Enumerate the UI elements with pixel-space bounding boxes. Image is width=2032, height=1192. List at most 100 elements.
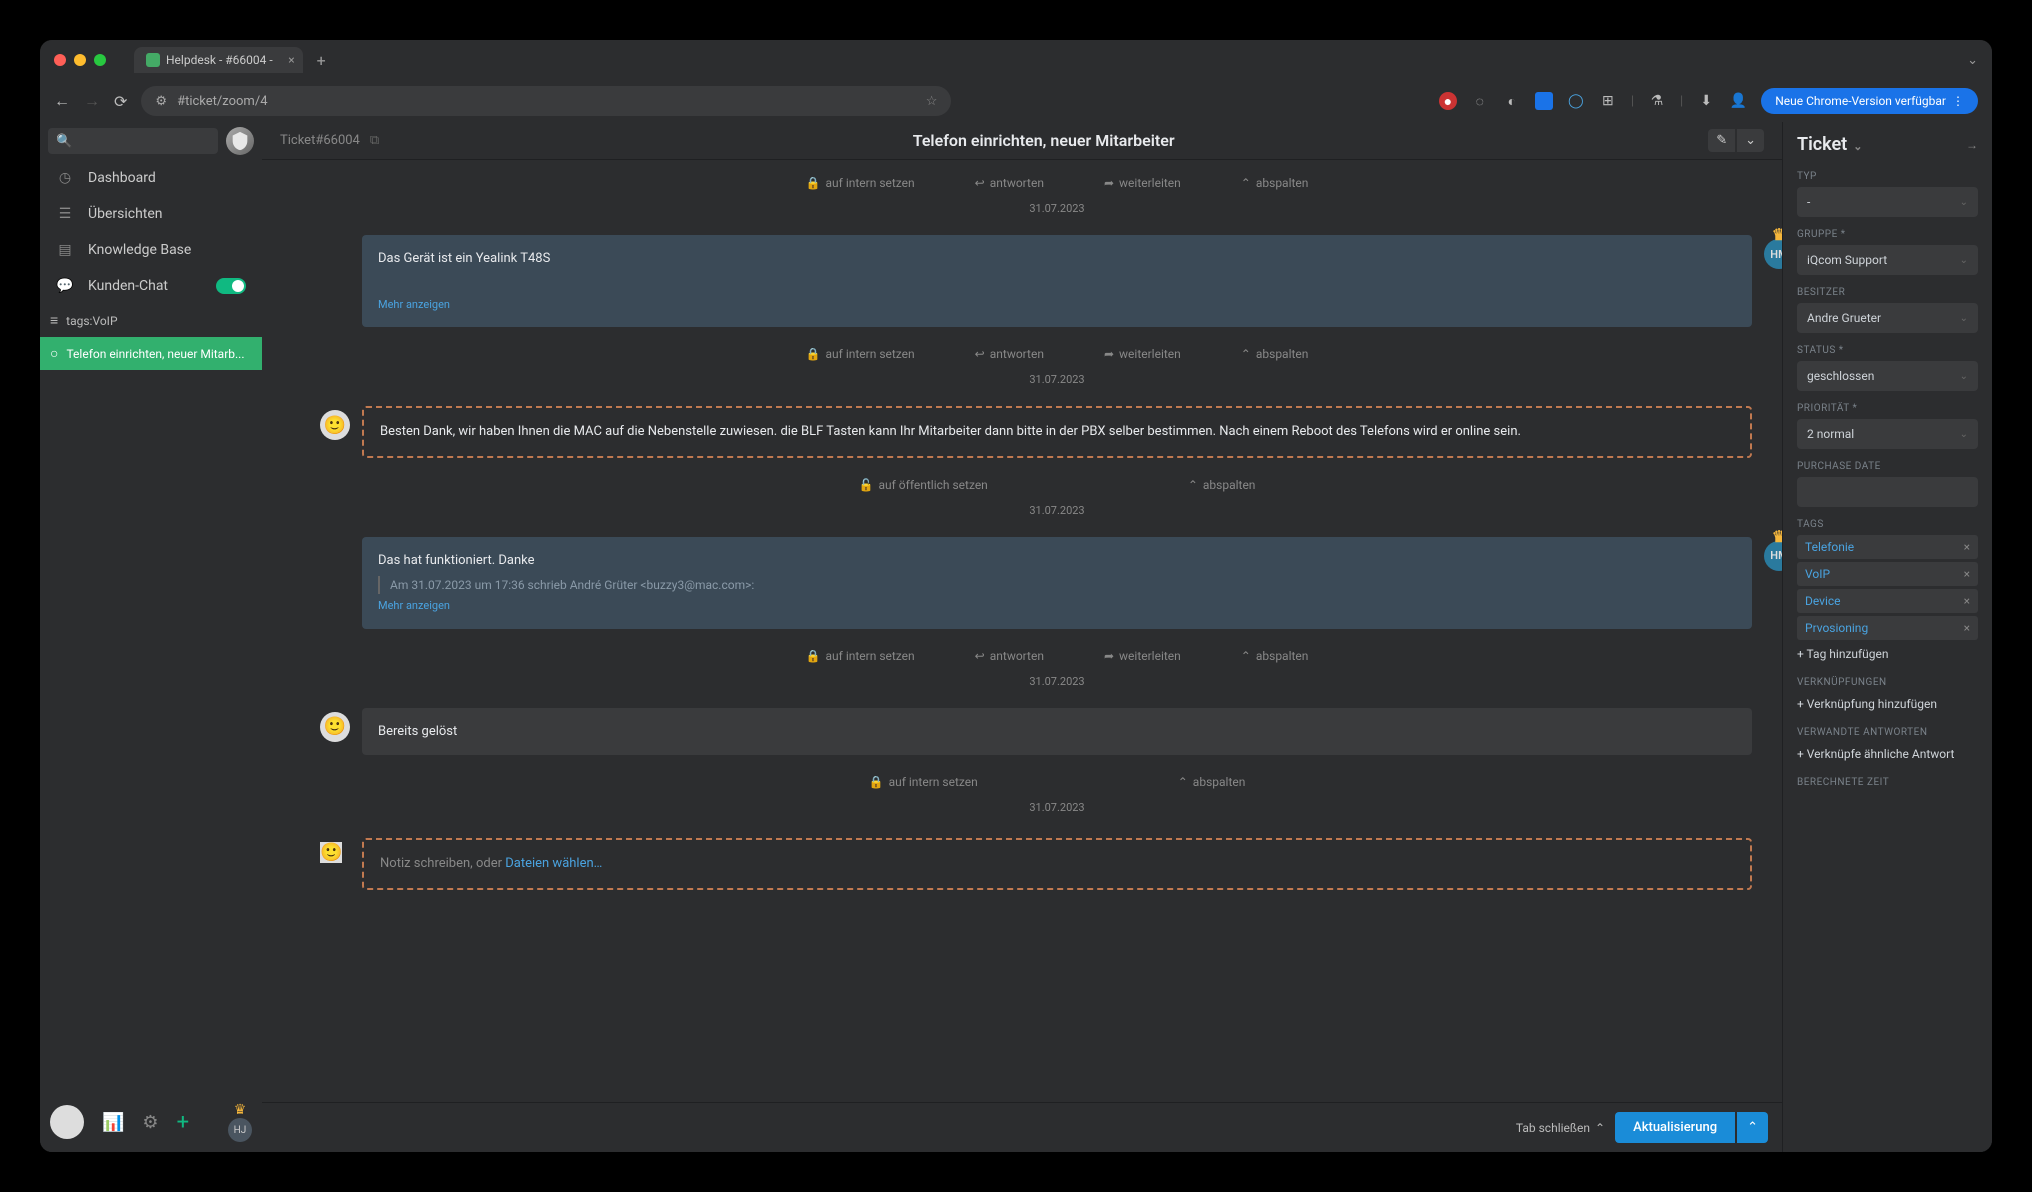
nav-overviews[interactable]: ☰ Übersichten: [40, 196, 262, 232]
agent-avatar: 🙂: [320, 842, 342, 863]
chat-toggle[interactable]: [216, 278, 246, 294]
current-user-avatar[interactable]: [50, 1105, 84, 1139]
extensions-menu-icon[interactable]: ⊞: [1599, 92, 1617, 110]
global-search[interactable]: 🔍: [48, 128, 218, 154]
priority-select[interactable]: 2 normal⌄: [1797, 419, 1978, 449]
set-internal-action[interactable]: 🔒 auf intern setzen: [806, 347, 915, 361]
window-menu-icon[interactable]: ⌄: [1967, 53, 1978, 68]
search-icon: 🔍: [56, 134, 72, 149]
set-internal-action[interactable]: 🔒 auf intern setzen: [869, 775, 978, 789]
forward-action[interactable]: ➦ weiterleiten: [1104, 176, 1181, 190]
copy-icon[interactable]: ⧉: [370, 133, 379, 148]
profile-icon[interactable]: 👤: [1729, 92, 1747, 110]
recent-user-badge[interactable]: ♛ HJ: [228, 1102, 252, 1142]
panel-heading[interactable]: Ticket⌄: [1797, 134, 1862, 155]
nav-dashboard[interactable]: ◷ Dashboard: [40, 160, 262, 196]
set-public-action[interactable]: 🔓 auf öffentlich setzen: [859, 478, 988, 492]
split-action[interactable]: ⌃ abspalten: [1178, 775, 1246, 789]
maximize-window[interactable]: [94, 54, 106, 66]
reload-icon[interactable]: ⟳: [114, 92, 127, 111]
owner-select[interactable]: Andre Grueter⌄: [1797, 303, 1978, 333]
tab-label: Telefon einrichten, neuer Mitarb...: [66, 347, 244, 361]
agent-avatar[interactable]: 🙂: [320, 712, 350, 742]
dashboard-icon: ◷: [56, 170, 74, 186]
status-select[interactable]: geschlossen⌄: [1797, 361, 1978, 391]
site-info-icon[interactable]: ⚙: [155, 94, 167, 109]
update-button[interactable]: Aktualisierung: [1615, 1112, 1735, 1143]
attach-files-link[interactable]: Dateien wählen…: [505, 856, 602, 871]
agent-avatar[interactable]: 🙂: [320, 410, 350, 440]
sidebar-tab-search[interactable]: ≡ tags:VoIP: [40, 304, 262, 337]
highlight-menu[interactable]: ⌄: [1737, 129, 1764, 152]
reply-action[interactable]: ↩ antworten: [975, 176, 1044, 190]
tag-chip[interactable]: VoIP×: [1797, 562, 1978, 586]
forward-icon[interactable]: →: [84, 91, 100, 111]
compose-area[interactable]: 🙂 Notiz schreiben, oder Dateien wählen…: [362, 838, 1752, 890]
forward-action[interactable]: ➦ weiterleiten: [1104, 649, 1181, 663]
app-logo[interactable]: [226, 127, 254, 155]
close-tab-button[interactable]: Tab schließen ⌃: [1516, 1121, 1605, 1135]
reply-action[interactable]: ↩ antworten: [975, 649, 1044, 663]
extension-5-icon[interactable]: ◯: [1567, 92, 1585, 110]
set-internal-action[interactable]: 🔒 auf intern setzen: [806, 176, 915, 190]
new-ticket-button[interactable]: +: [177, 1110, 189, 1135]
extension-4-icon[interactable]: [1535, 92, 1553, 110]
sidebar-tab-ticket[interactable]: ○ Telefon einrichten, neuer Mitarb...: [40, 337, 262, 370]
split-action[interactable]: ⌃ abspalten: [1188, 478, 1256, 492]
message-actions: 🔒 auf intern setzen ↩ antworten ➦ weiter…: [362, 170, 1752, 196]
forward-action[interactable]: ➦ weiterleiten: [1104, 347, 1181, 361]
remove-tag-icon[interactable]: ×: [1964, 621, 1970, 635]
customer-avatar[interactable]: ♛ HM: [1764, 541, 1782, 571]
tag-chip[interactable]: Telefonie×: [1797, 535, 1978, 559]
field-label: Besitzer: [1797, 287, 1978, 298]
highlight-button[interactable]: ✎: [1708, 129, 1735, 152]
labs-icon[interactable]: ⚗: [1648, 92, 1666, 110]
remove-tag-icon[interactable]: ×: [1964, 594, 1970, 608]
browser-tab[interactable]: Helpdesk - #66004 - ×: [134, 47, 303, 73]
remove-tag-icon[interactable]: ×: [1964, 540, 1970, 554]
new-tab-button[interactable]: +: [317, 51, 326, 70]
remove-tag-icon[interactable]: ×: [1964, 567, 1970, 581]
type-select[interactable]: -⌄: [1797, 187, 1978, 217]
nav-kb[interactable]: ▤ Knowledge Base: [40, 232, 262, 268]
extension-1-icon[interactable]: ●: [1439, 92, 1457, 110]
downloads-icon[interactable]: ⬇: [1697, 92, 1715, 110]
close-tab-icon[interactable]: ×: [288, 53, 294, 67]
message-actions: 🔒 auf intern setzen ↩ antworten ➦ weiter…: [362, 341, 1752, 367]
stats-icon[interactable]: 📊: [102, 1112, 124, 1133]
group-select[interactable]: iQcom Support⌄: [1797, 245, 1978, 275]
extension-2-icon[interactable]: ◌: [1471, 92, 1489, 110]
message-actions: 🔒 auf intern setzen ↩ antworten ➦ weiter…: [362, 643, 1752, 669]
split-action[interactable]: ⌃ abspalten: [1241, 347, 1309, 361]
customer-avatar[interactable]: ♛ HM: [1764, 239, 1782, 269]
minimize-window[interactable]: [74, 54, 86, 66]
tag-chip[interactable]: Prvosioning×: [1797, 616, 1978, 640]
field-label: Gruppe *: [1797, 229, 1978, 240]
chrome-update-badge[interactable]: Neue Chrome-Version verfügbar ⋮: [1761, 88, 1978, 114]
url-field[interactable]: ⚙ #ticket/zoom/4 ☆: [141, 86, 951, 116]
split-action[interactable]: ⌃ abspalten: [1241, 649, 1309, 663]
nav-chat[interactable]: 💬 Kunden-Chat: [40, 268, 262, 304]
extension-3-icon[interactable]: ◐: [1503, 92, 1521, 110]
add-related-link[interactable]: + Verknüpfe ähnliche Antwort: [1797, 743, 1978, 765]
show-more-link[interactable]: Mehr anzeigen: [378, 598, 1736, 615]
split-action[interactable]: ⌃ abspalten: [1241, 176, 1309, 190]
add-link-link[interactable]: + Verknüpfung hinzufügen: [1797, 693, 1978, 715]
chat-icon: 💬: [56, 278, 74, 294]
add-tag-link[interactable]: + Tag hinzufügen: [1797, 643, 1978, 665]
nav-label: Knowledge Base: [88, 242, 191, 258]
hash-icon: ≡: [50, 312, 58, 329]
field-label: Typ: [1797, 171, 1978, 182]
purchase-date-input[interactable]: [1797, 477, 1978, 507]
collapse-panel-icon[interactable]: →: [1966, 138, 1978, 152]
set-internal-action[interactable]: 🔒 auf intern setzen: [806, 649, 915, 663]
chevron-down-icon: ⌄: [1960, 313, 1968, 324]
tag-chip[interactable]: Device×: [1797, 589, 1978, 613]
close-window[interactable]: [54, 54, 66, 66]
reply-action[interactable]: ↩ antworten: [975, 347, 1044, 361]
bookmark-icon[interactable]: ☆: [926, 94, 938, 109]
settings-icon[interactable]: ⚙: [142, 1112, 158, 1133]
back-icon[interactable]: ←: [54, 91, 70, 111]
show-more-link[interactable]: Mehr anzeigen: [378, 297, 1736, 314]
update-menu[interactable]: ⌃: [1737, 1112, 1768, 1143]
